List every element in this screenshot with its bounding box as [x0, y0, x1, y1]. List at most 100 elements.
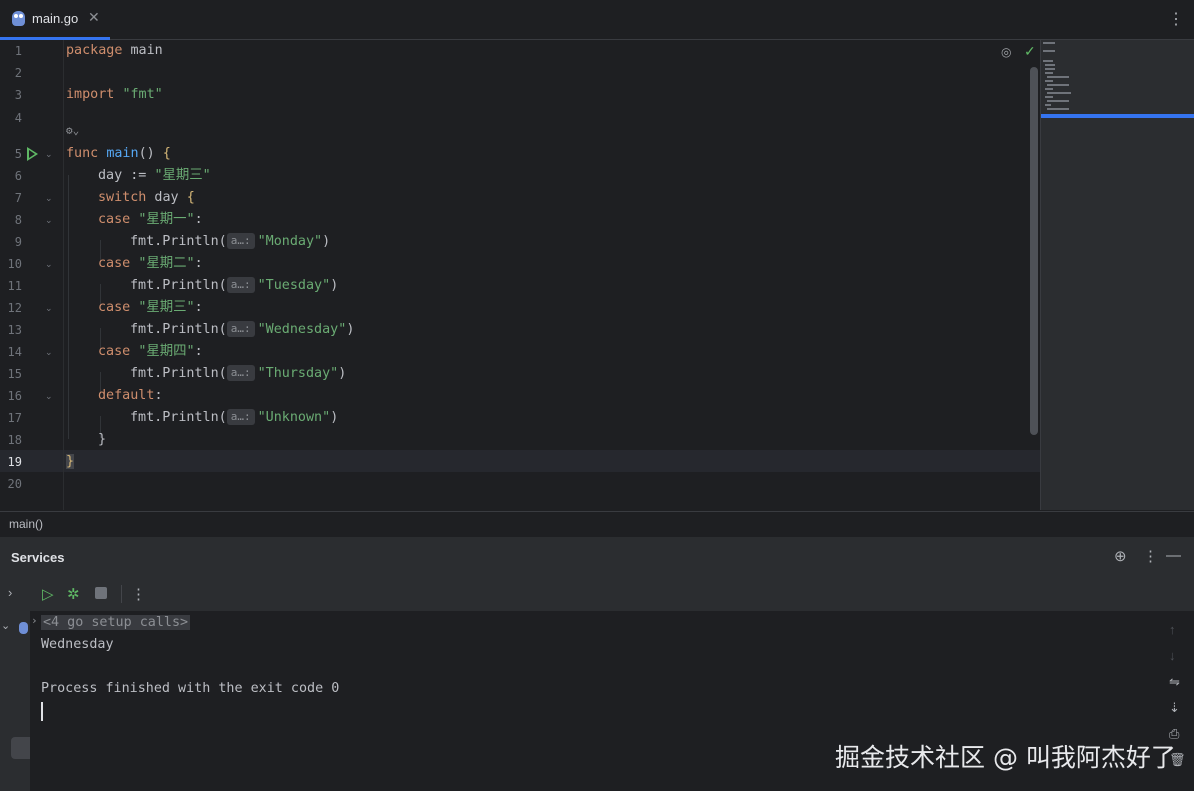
minimap-line: [1045, 64, 1055, 66]
fold-chevron-icon[interactable]: ⌄: [45, 193, 53, 204]
code-line-10: case "星期二":: [98, 256, 203, 271]
watermark-text: 掘金技术社区 @ 叫我阿杰好了: [835, 743, 1176, 772]
line-number: 13: [7, 323, 22, 337]
editor-tab-bar: main.go ✕ ⋮: [0, 0, 1194, 40]
code-line-17: fmt.Println(a…: "Unknown"): [130, 409, 339, 425]
soft-wrap-icon[interactable]: ⇋: [1169, 674, 1180, 690]
code-line-15: fmt.Println(a…: "Thursday"): [130, 365, 347, 381]
line-number: 18: [7, 433, 22, 447]
code-minimap[interactable]: [1040, 40, 1194, 510]
minimap-line: [1045, 80, 1053, 82]
line-number: 14: [7, 345, 22, 359]
code-line-12: case "星期三":: [98, 300, 203, 315]
scroll-up-icon[interactable]: ↑: [1169, 622, 1176, 637]
tab-options-icon[interactable]: ⋮: [1168, 9, 1184, 29]
line-number: 3: [14, 88, 22, 102]
more-kebab-icon[interactable]: ⋮: [131, 585, 146, 603]
inlay-usage-icon[interactable]: ⚙⌄: [66, 120, 79, 142]
exit-message: Process finished with the exit code 0: [41, 681, 340, 696]
collapse-chevron-icon[interactable]: ⌄: [1, 619, 10, 632]
tab-label: main.go: [32, 11, 79, 26]
fold-chevron-icon[interactable]: ⌄: [45, 303, 53, 314]
indent-guide: [68, 175, 69, 439]
line-number: 5: [14, 147, 22, 161]
minimap-line: [1047, 84, 1069, 86]
expand-chevron-icon[interactable]: ›: [8, 585, 12, 600]
line-number: 6: [14, 169, 22, 183]
code-line-9: fmt.Println(a…: "Monday"): [130, 233, 331, 249]
no-problems-check-icon[interactable]: ✓: [1024, 43, 1036, 60]
param-hint: a…:: [226, 277, 255, 293]
code-editor[interactable]: 1 2 3 4 5 6 7 8 9 10 11 12 13 14 15 16 1…: [0, 40, 1040, 510]
run-icon[interactable]: ▷: [42, 585, 54, 603]
line-number: 15: [7, 367, 22, 381]
line-number: 17: [7, 411, 22, 425]
services-panel-header: Services ⊕ ⋮ —: [0, 536, 1194, 577]
minimap-line: [1043, 50, 1055, 52]
code-line-13: fmt.Println(a…: "Wednesday"): [130, 321, 355, 337]
scroll-to-end-icon[interactable]: ⇣: [1169, 700, 1180, 716]
line-number: 20: [7, 477, 22, 491]
fold-chevron-icon[interactable]: ⌄: [45, 149, 53, 160]
line-number: 16: [7, 389, 22, 403]
fold-chevron-icon[interactable]: ⌄: [45, 259, 53, 270]
expand-setup-icon[interactable]: ›: [31, 614, 38, 627]
debug-bug-icon[interactable]: ✲: [67, 585, 80, 603]
close-icon[interactable]: ✕: [88, 9, 100, 26]
code-line-1: package main: [66, 43, 163, 58]
target-icon[interactable]: ⊕: [1114, 547, 1127, 565]
text-caret: [41, 702, 43, 721]
breadcrumb[interactable]: main(): [0, 511, 1194, 536]
code-line-11: fmt.Println(a…: "Tuesday"): [130, 277, 339, 293]
tab-main-go[interactable]: main.go ✕: [0, 0, 110, 40]
code-line-14: case "星期四":: [98, 344, 203, 359]
line-number: 2: [14, 66, 22, 80]
scroll-down-icon[interactable]: ↓: [1169, 648, 1176, 663]
go-service-icon[interactable]: [19, 622, 28, 634]
param-hint: a…:: [226, 409, 255, 425]
services-toolbar: ▷ ✲ ⋮: [30, 577, 1194, 612]
line-number: 4: [14, 111, 22, 125]
fold-chevron-icon[interactable]: ⌄: [45, 215, 53, 226]
fold-chevron-icon[interactable]: ⌄: [45, 391, 53, 402]
param-hint: a…:: [226, 321, 255, 337]
program-output: Wednesday: [41, 637, 114, 652]
minimap-line: [1045, 96, 1053, 98]
breadcrumb-item[interactable]: main(): [9, 517, 43, 531]
minimap-line: [1045, 72, 1053, 74]
options-kebab-icon[interactable]: ⋮: [1143, 547, 1158, 565]
param-hint: a…:: [226, 365, 255, 381]
minimize-icon[interactable]: —: [1166, 547, 1181, 564]
minimap-line: [1043, 42, 1055, 44]
line-number: 10: [7, 257, 22, 271]
stop-icon[interactable]: [95, 587, 107, 599]
code-line-3: import "fmt": [66, 87, 163, 102]
toolbar-divider: [121, 585, 122, 603]
minimap-line: [1043, 60, 1053, 62]
reader-mode-icon[interactable]: ◎: [1001, 45, 1011, 59]
fold-chevron-icon[interactable]: ⌄: [45, 347, 53, 358]
minimap-line: [1047, 92, 1071, 94]
line-number: 7: [14, 191, 22, 205]
services-title: Services: [11, 550, 65, 565]
minimap-line: [1045, 104, 1051, 106]
minimap-line: [1047, 76, 1069, 78]
minimap-line: [1047, 100, 1069, 102]
editor-scrollbar[interactable]: [1030, 67, 1038, 435]
line-number: 9: [14, 235, 22, 249]
editor-gutter: 1 2 3 4 5 6 7 8 9 10 11 12 13 14 15 16 1…: [0, 40, 64, 510]
tree-item-selected[interactable]: [11, 737, 30, 759]
minimap-line: [1047, 108, 1069, 110]
code-line-7: switch day {: [98, 190, 195, 205]
line-number: 11: [7, 279, 22, 293]
minimap-line: [1045, 68, 1055, 70]
code-line-6: day := "星期三": [98, 168, 211, 183]
code-line-5: func main() {: [66, 146, 171, 161]
minimap-line: [1045, 88, 1053, 90]
code-area[interactable]: package main import "fmt" ⚙⌄ func main()…: [66, 40, 1040, 510]
code-line-18: }: [98, 432, 107, 447]
run-gutter-icon[interactable]: [27, 147, 38, 161]
line-number: 12: [7, 301, 22, 315]
setup-calls-fold[interactable]: <4 go setup calls>: [41, 612, 191, 634]
code-line-16: default:: [98, 388, 163, 403]
